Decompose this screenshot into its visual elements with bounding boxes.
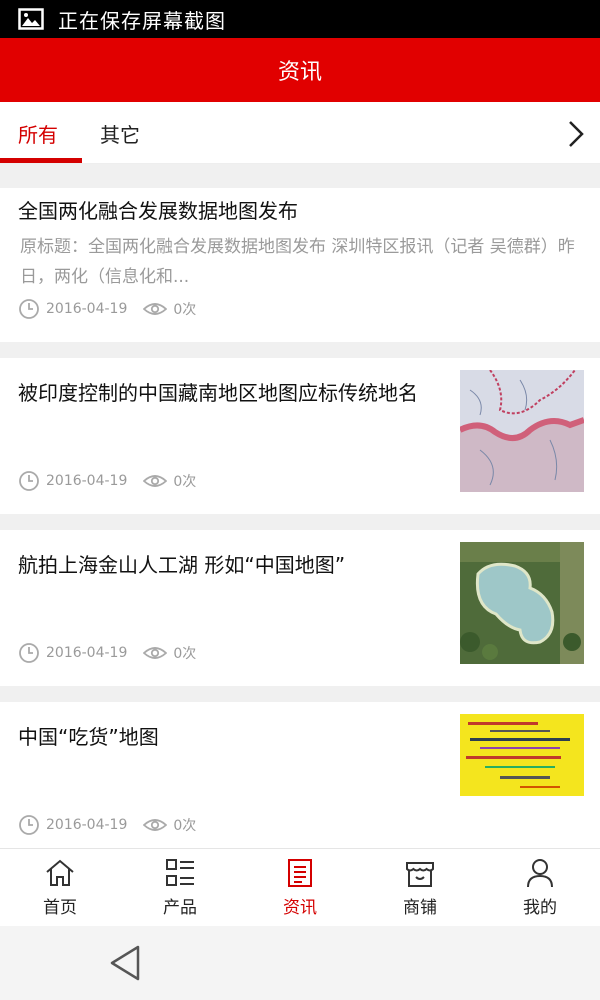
eye-icon (143, 647, 168, 659)
article-views: 0次 (173, 302, 197, 318)
clock-icon (19, 299, 39, 319)
article-item[interactable]: 全国两化融合发展数据地图发布 原标题：全国两化融合发展数据地图发布 深圳特区报讯… (0, 188, 600, 342)
user-icon (527, 859, 553, 888)
article-title: 全国两化融合发展数据地图发布 (18, 199, 298, 223)
nav-home-label: 首页 (43, 898, 77, 918)
food-map-thumbnail (460, 714, 584, 796)
tab-all[interactable]: 所有 (18, 102, 58, 164)
clock-icon (19, 643, 39, 663)
home-icon (46, 859, 74, 886)
article-date: 2016-04-19 (46, 645, 128, 661)
article-title: 航拍上海金山人工湖 形如“中国地图” (18, 553, 346, 577)
chevron-right-icon[interactable] (566, 119, 586, 149)
article-meta: 2016-04-19 0次 (18, 298, 196, 320)
tab-other[interactable]: 其它 (100, 102, 140, 164)
clock-icon (19, 471, 39, 491)
eye-icon (143, 475, 168, 487)
clock-icon (19, 815, 39, 835)
divider (0, 686, 600, 702)
bottom-nav: 首页 产品 资讯 商铺 我的 (0, 848, 600, 926)
map-thumbnail (460, 370, 584, 492)
article-views: 0次 (173, 474, 197, 490)
article-item[interactable]: 被印度控制的中国藏南地区地图应标传统地名 2016-04-19 0次 (0, 358, 600, 514)
app-header: 资讯 (0, 38, 600, 102)
image-icon (18, 8, 44, 30)
article-meta: 2016-04-19 0次 (18, 642, 196, 664)
divider (0, 514, 600, 530)
back-icon[interactable] (108, 944, 142, 982)
page-title: 资讯 (277, 60, 322, 85)
article-meta: 2016-04-19 0次 (18, 470, 196, 492)
lake-aerial-thumbnail (460, 542, 584, 664)
nav-mine-label: 我的 (523, 898, 557, 918)
article-title: 被印度控制的中国藏南地区地图应标传统地名 (18, 381, 418, 405)
system-nav-bar (0, 926, 600, 1000)
status-text: 正在保存屏幕截图 (58, 8, 226, 33)
eye-icon (143, 819, 168, 831)
article-date: 2016-04-19 (46, 301, 128, 317)
article-item[interactable]: 中国“吃货”地图 2016-04-19 0次 (0, 702, 600, 848)
article-views: 0次 (173, 646, 197, 662)
nav-news[interactable]: 资讯 (240, 849, 360, 927)
category-tabs: 所有 其它 (0, 102, 600, 164)
nav-home[interactable]: 首页 (0, 849, 120, 927)
nav-store[interactable]: 商铺 (360, 849, 480, 927)
article-views: 0次 (173, 818, 197, 834)
nav-mine[interactable]: 我的 (480, 849, 600, 927)
divider (0, 164, 600, 188)
news-icon (288, 859, 312, 887)
active-tab-indicator (0, 158, 82, 163)
article-meta: 2016-04-19 0次 (18, 814, 196, 836)
store-icon (406, 862, 434, 887)
article-item[interactable]: 航拍上海金山人工湖 形如“中国地图” 2016-04-19 0次 (0, 530, 600, 686)
article-summary: 原标题：全国两化融合发展数据地图发布 深圳特区报讯（记者 吴德群）昨日，两化（信… (20, 237, 575, 287)
status-bar: 正在保存屏幕截图 (0, 0, 600, 38)
nav-store-label: 商铺 (403, 898, 437, 918)
article-date: 2016-04-19 (46, 817, 128, 833)
tab-other-label: 其它 (100, 122, 140, 147)
article-date: 2016-04-19 (46, 473, 128, 489)
eye-icon (143, 303, 168, 315)
article-title: 中国“吃货”地图 (18, 725, 159, 749)
nav-news-label: 资讯 (283, 898, 317, 918)
divider (0, 342, 600, 358)
list-icon (166, 859, 194, 886)
nav-products[interactable]: 产品 (120, 849, 240, 927)
nav-products-label: 产品 (163, 898, 197, 918)
tab-all-label: 所有 (18, 122, 58, 147)
